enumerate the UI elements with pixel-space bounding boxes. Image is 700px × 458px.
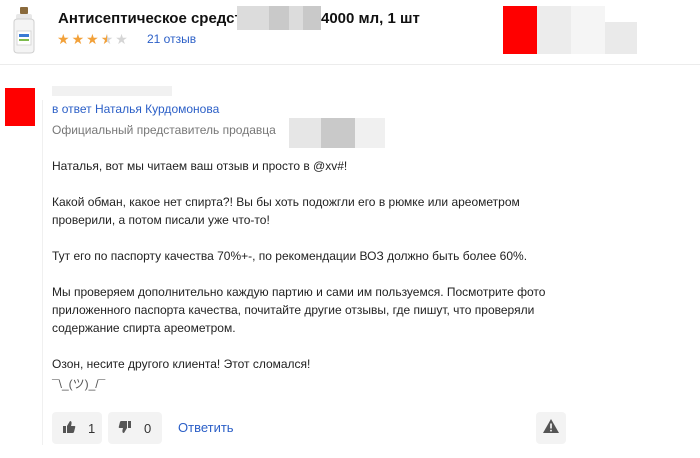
star-full-icon: ★ xyxy=(57,31,70,47)
censor-block xyxy=(289,6,303,30)
censor-block xyxy=(52,86,172,96)
censor-block xyxy=(321,118,355,148)
censor-block xyxy=(605,22,637,54)
shrug-emoticon: ¯\_(ツ)_/¯ xyxy=(52,377,106,391)
header-divider xyxy=(0,64,700,65)
product-title[interactable]: Антисептическое средство xyxy=(58,10,260,27)
report-button[interactable] xyxy=(536,412,566,444)
censor-block-red xyxy=(503,6,537,54)
reply-body: Наталья, вот мы читаем ваш отзыв и прост… xyxy=(52,157,582,391)
thread-line xyxy=(42,100,43,445)
star-full-icon: ★ xyxy=(86,31,99,47)
reply-paragraph: Наталья, вот мы читаем ваш отзыв и прост… xyxy=(52,159,348,173)
thumbs-up-icon xyxy=(62,420,76,437)
censor-block xyxy=(289,118,321,148)
star-full-icon: ★ xyxy=(71,31,85,47)
like-count: 1 xyxy=(88,420,96,436)
warning-icon xyxy=(543,418,559,438)
censor-block xyxy=(303,6,321,30)
dislike-count: 0 xyxy=(144,420,152,436)
star-empty-icon: ★ xyxy=(115,31,128,47)
censor-block xyxy=(355,118,385,148)
dislike-button[interactable]: 0 xyxy=(108,412,162,444)
thumbs-down-icon xyxy=(118,420,132,437)
reply-paragraph: Мы проверяем дополнительно каждую партию… xyxy=(52,285,546,335)
reply-paragraph: Озон, несите другого клиента! Этот слома… xyxy=(52,357,311,371)
product-thumbnail[interactable] xyxy=(8,6,40,54)
censor-block xyxy=(571,6,605,54)
censor-block xyxy=(537,6,571,54)
reply-paragraph: Какой обман, какое нет спирта?! Вы бы хо… xyxy=(52,195,520,227)
like-button[interactable]: 1 xyxy=(52,412,102,444)
reply-to-line: в ответ Наталья Курдомонова xyxy=(52,102,219,116)
star-half-icon: ★ xyxy=(100,31,114,47)
author-role: Официальный представитель продавца xyxy=(52,123,276,137)
avatar-censored xyxy=(5,88,35,126)
reply-to-name[interactable]: Наталья Курдомонова xyxy=(95,102,219,116)
censor-block xyxy=(269,6,289,30)
product-title-tail[interactable]: 4000 мл, 1 шт xyxy=(321,10,420,27)
censor-block xyxy=(237,6,269,30)
reviews-count-link[interactable]: 21 отзыв xyxy=(147,32,196,46)
reply-to-prefix: в ответ xyxy=(52,102,92,116)
rating-stars: ★ ★ ★ ★ ★ xyxy=(57,32,128,46)
reply-paragraph: Тут его по паспорту качества 70%+-, по р… xyxy=(52,249,528,263)
answer-link[interactable]: Ответить xyxy=(178,420,234,435)
